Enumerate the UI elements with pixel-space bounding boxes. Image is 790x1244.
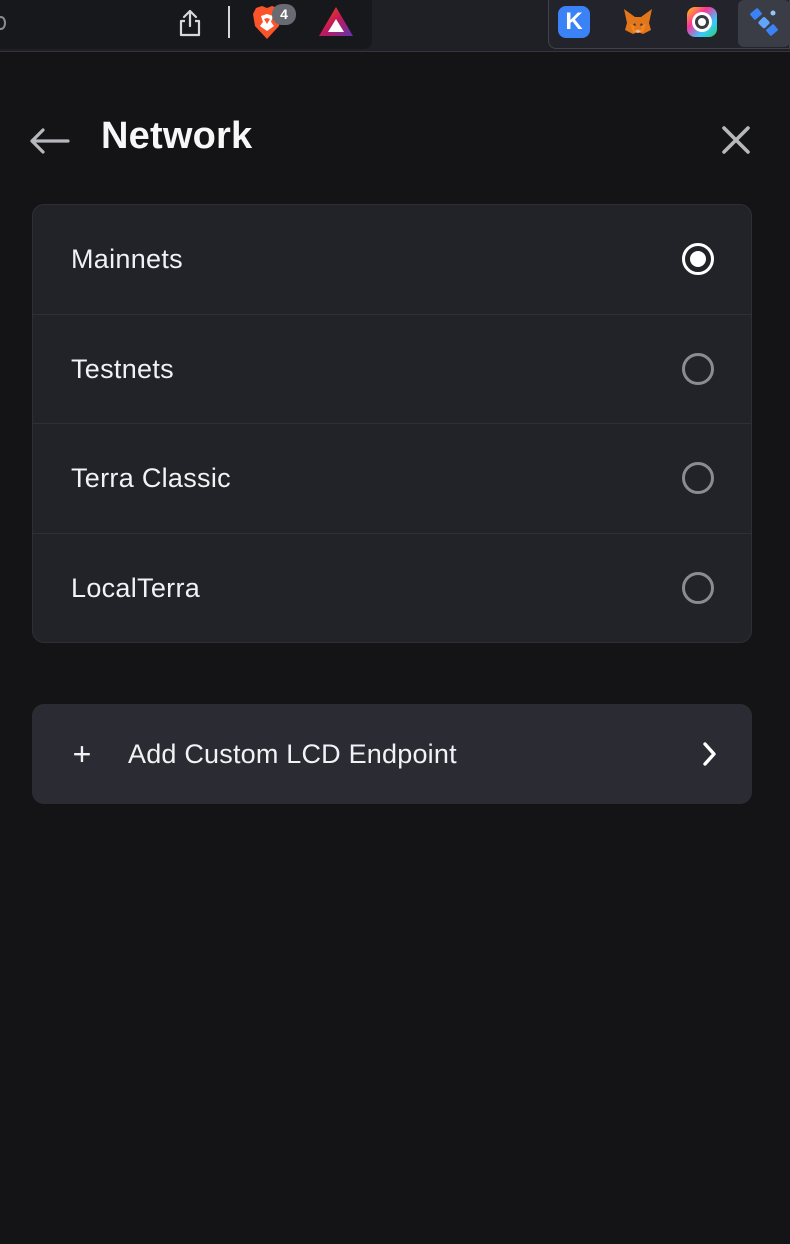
network-list: Mainnets Testnets Terra Classic LocalTer… [32,204,752,643]
network-option-testnets[interactable]: Testnets [33,315,751,424]
back-arrow-icon[interactable] [28,126,72,156]
network-option-label: Testnets [71,353,174,384]
plus-icon: + [72,736,92,772]
toolbar-divider [228,6,230,38]
add-custom-lcd-endpoint-label: Add Custom LCD Endpoint [128,739,457,769]
network-option-localterra[interactable]: LocalTerra [33,534,751,643]
close-icon[interactable] [718,122,754,158]
brave-rewards-icon[interactable] [318,6,354,38]
k-extension-letter: K [565,8,583,35]
brave-shield-count-badge: 4 [272,4,296,25]
chevron-right-icon [703,742,716,766]
network-option-label: LocalTerra [71,572,201,603]
radio-unselected-icon[interactable] [682,462,714,494]
network-option-mainnets[interactable]: Mainnets [33,205,751,315]
network-option-label: Terra Classic [71,463,231,493]
network-option-terra-classic[interactable]: Terra Classic [33,424,751,534]
satellite-icon[interactable] [748,6,780,38]
add-custom-lcd-endpoint-button[interactable]: + Add Custom LCD Endpoint [32,704,752,804]
k-extension-icon[interactable]: K [558,6,590,38]
ring-camera-icon[interactable] [686,6,718,38]
address-bar-edge-icon [0,16,6,30]
browser-toolbar: 4 K [0,0,790,52]
metamask-fox-icon[interactable] [622,6,654,38]
radio-selected-icon[interactable] [682,243,714,275]
network-header: Network [0,100,790,180]
radio-unselected-icon[interactable] [682,352,714,385]
radio-unselected-icon[interactable] [682,571,714,604]
network-option-label: Mainnets [71,244,183,274]
page-title: Network [101,115,253,157]
share-icon[interactable] [176,8,204,38]
